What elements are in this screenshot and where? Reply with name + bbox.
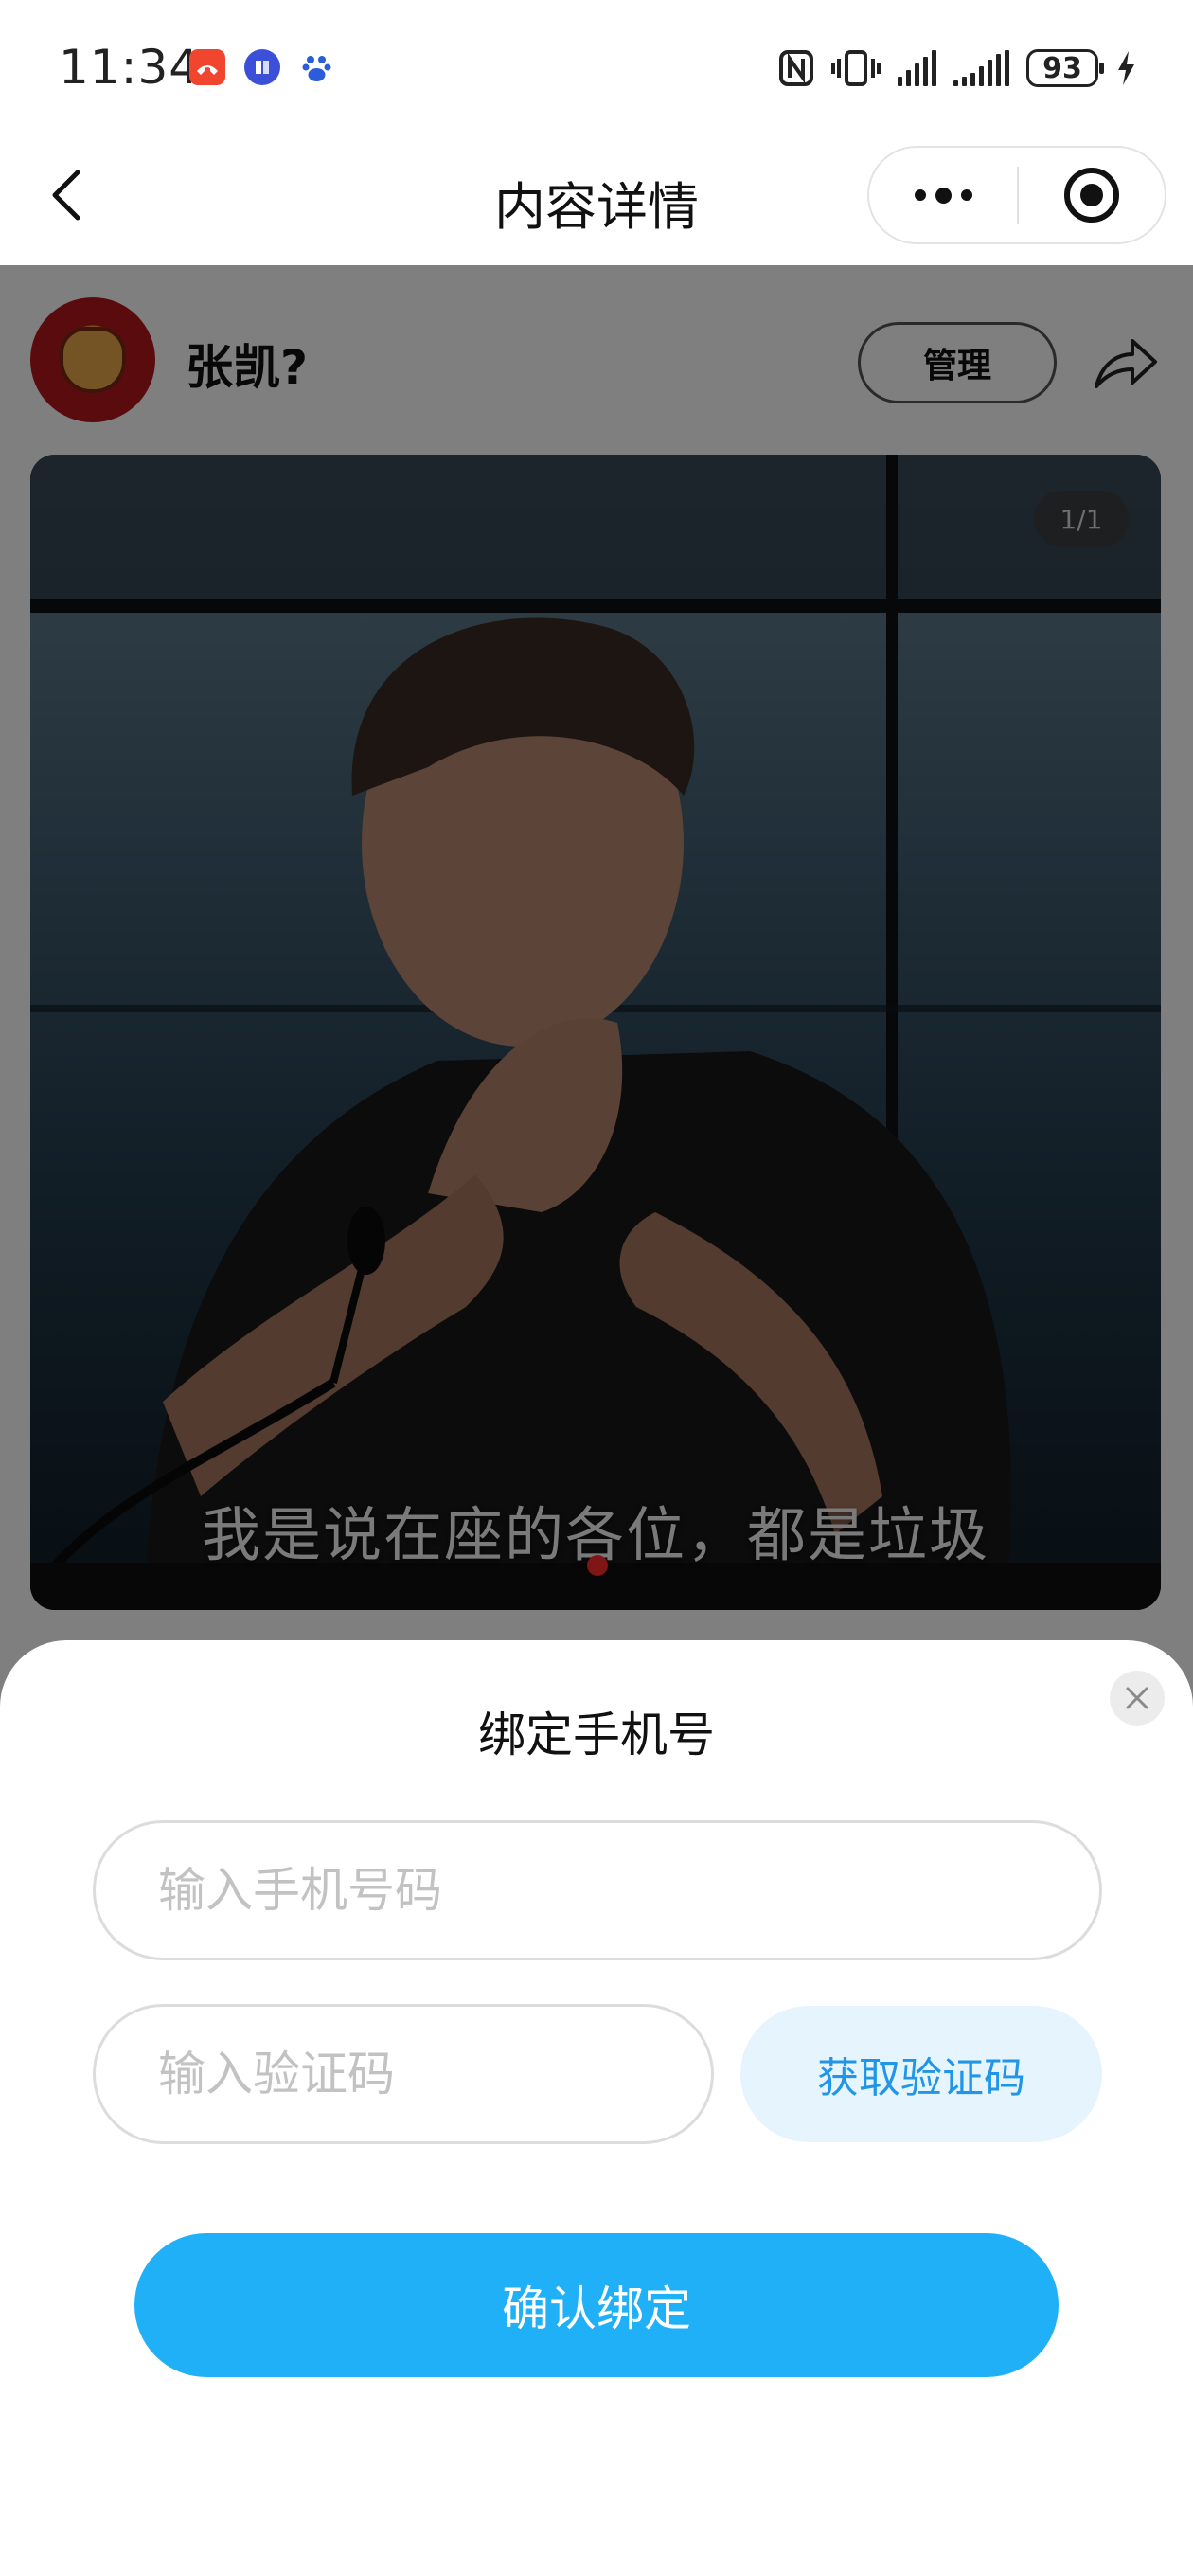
get-code-button[interactable]: 获取验证码 — [740, 2006, 1102, 2142]
phone-input[interactable] — [158, 1863, 1099, 1918]
battery-icon: 93 — [1026, 49, 1104, 87]
nav-bar: 内容详情 — [0, 133, 1193, 265]
verification-code-input[interactable] — [158, 2047, 711, 2102]
code-field[interactable] — [93, 2004, 714, 2144]
nfc-icon — [779, 50, 813, 86]
status-bar: 11:34 93 — [0, 0, 1193, 133]
confirm-bind-button[interactable]: 确认绑定 — [134, 2233, 1059, 2377]
status-indicators: 93 — [778, 45, 1136, 91]
signal-icon — [898, 50, 936, 86]
missed-call-icon — [189, 49, 225, 85]
more-dot-icon — [935, 187, 952, 204]
battery-level: 93 — [1042, 51, 1082, 85]
more-dot-icon — [960, 189, 972, 201]
charging-icon — [1118, 51, 1134, 85]
sheet-title: 绑定手机号 — [478, 1708, 715, 1762]
more-dot-icon — [914, 189, 926, 201]
close-mini-program-button[interactable] — [1019, 148, 1165, 242]
phone-field[interactable] — [93, 1820, 1102, 1960]
vibrate-icon — [831, 50, 881, 86]
bind-phone-sheet: 绑定手机号 获取验证码 确认绑定 — [0, 1640, 1193, 2576]
baidu-icon — [299, 49, 335, 85]
more-button[interactable] — [869, 148, 1017, 242]
target-icon — [1064, 168, 1119, 223]
signal-2-icon — [953, 50, 1009, 86]
mini-program-capsule — [867, 146, 1166, 244]
tieba-icon — [244, 49, 280, 85]
status-time: 11:34 — [59, 40, 201, 95]
